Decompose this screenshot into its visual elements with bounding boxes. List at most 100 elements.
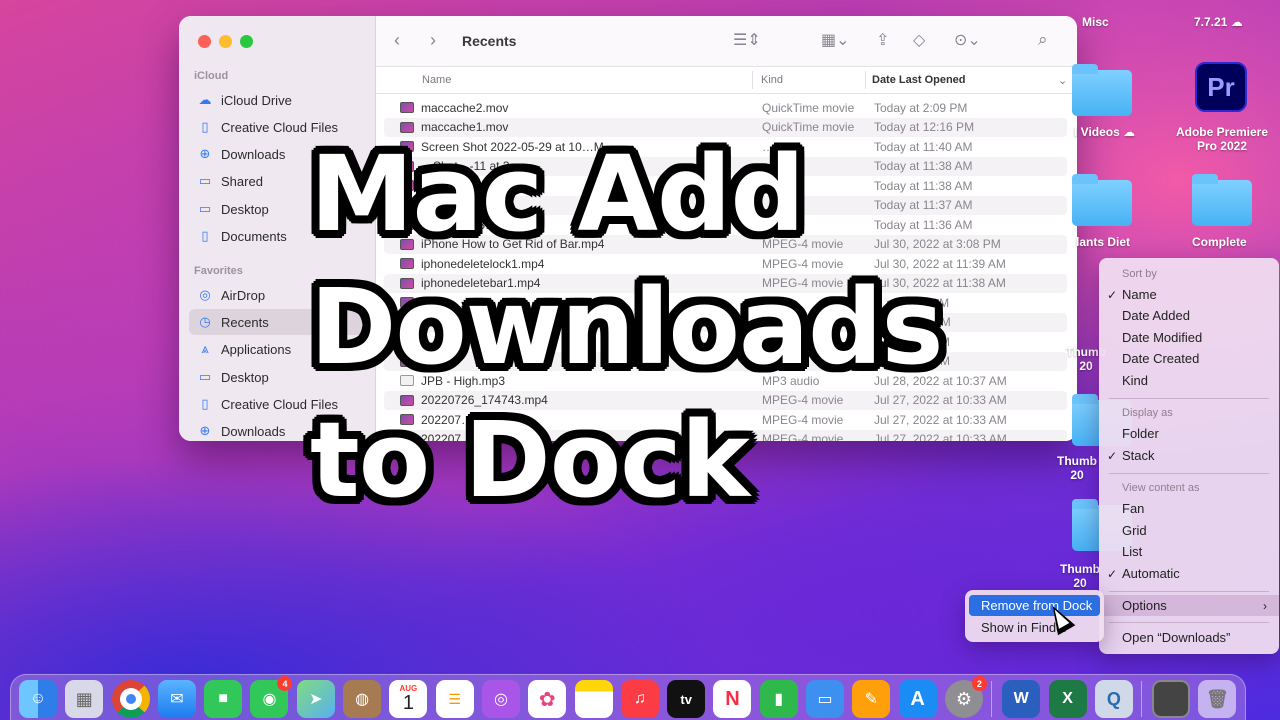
messages-app-icon[interactable]: ◉ 4 xyxy=(250,676,293,718)
clock-icon: ◷ xyxy=(199,314,211,329)
checkmark-icon: ✓ xyxy=(1107,448,1118,463)
premiere-pro-icon[interactable]: Pr xyxy=(1195,62,1247,112)
tag-icon[interactable]: ◇ xyxy=(913,30,925,50)
music-app-icon[interactable]: ♫ xyxy=(620,680,659,718)
menu-item-options[interactable]: Options › xyxy=(1099,595,1279,616)
numbers-app-icon[interactable]: ▮ xyxy=(759,680,798,718)
reminders-app-icon[interactable]: ☰ xyxy=(435,680,474,718)
column-kind[interactable]: Kind xyxy=(761,74,783,86)
menu-item-sort-date-added[interactable]: Date Added xyxy=(1099,305,1279,326)
sidebar-section-icloud: iCloud xyxy=(194,70,229,82)
folder-icon[interactable] xyxy=(1192,174,1252,226)
group-icon[interactable]: ▦⌄ xyxy=(821,30,850,50)
menu-divider xyxy=(1109,622,1269,623)
desktop-label-videos[interactable]: l Videos ☁ xyxy=(1074,125,1135,139)
list-view-icon[interactable]: ☰⇕ xyxy=(733,30,761,50)
search-icon[interactable]: ⌕ xyxy=(1038,30,1048,50)
notes-app-icon[interactable] xyxy=(574,680,613,718)
trash-icon[interactable]: 🗑 xyxy=(1198,680,1237,718)
zoom-window-button[interactable] xyxy=(240,35,253,48)
desktop-label-diet[interactable]: lants Diet xyxy=(1076,235,1130,249)
more-actions-icon[interactable]: ⊙⌄ xyxy=(954,30,981,50)
menu-item-sort-date-created[interactable]: Date Created xyxy=(1099,348,1279,369)
menu-item-show-in-finder[interactable]: Show in Finder xyxy=(969,617,1100,638)
window-controls xyxy=(198,35,253,48)
menu-item-view-automatic[interactable]: ✓ Automatic xyxy=(1099,563,1279,584)
minimize-window-button[interactable] xyxy=(219,35,232,48)
column-headers: Name Kind Date Last Opened ⌄ xyxy=(376,67,1077,94)
launchpad-app-icon[interactable]: ▦ xyxy=(65,680,104,718)
menu-item-remove-from-dock[interactable]: Remove from Dock xyxy=(969,595,1100,616)
applications-icon: ⩓ xyxy=(201,341,209,356)
desktop-label-thumb-3[interactable]: Thumb 20 xyxy=(1060,562,1100,590)
menu-item-label: Kind xyxy=(1122,373,1149,388)
app-label-line: Pro 2022 xyxy=(1196,139,1248,153)
menu-item-sort-kind[interactable]: Kind xyxy=(1099,370,1279,391)
desktop-label-thumb-2[interactable]: Thumb 20 xyxy=(1057,454,1097,482)
menu-item-sort-date-modified[interactable]: Date Modified xyxy=(1099,327,1279,348)
facetime-app-icon[interactable]: ■ xyxy=(204,680,243,718)
menu-item-display-folder[interactable]: Folder xyxy=(1099,423,1279,444)
photos-app-icon[interactable]: ✿ xyxy=(528,680,567,718)
contacts-app-icon[interactable]: ◍ xyxy=(343,680,382,718)
pages-app-icon[interactable]: ✎ xyxy=(852,680,891,718)
close-window-button[interactable] xyxy=(198,35,211,48)
menu-section-view-content-as: View content as xyxy=(1122,482,1200,494)
menu-item-label: Automatic xyxy=(1122,566,1180,581)
dock-separator xyxy=(991,681,993,717)
menu-item-open-downloads[interactable]: Open “Downloads” xyxy=(1099,627,1279,648)
tv-app-icon[interactable]: tv xyxy=(667,680,706,718)
calendar-app-icon[interactable]: AUG 1 xyxy=(389,680,428,718)
menu-section-sort-by: Sort by xyxy=(1122,268,1157,280)
desktop-label-misc[interactable]: Misc xyxy=(1082,15,1109,29)
downloads-stack-icon[interactable] xyxy=(1152,680,1191,718)
menu-item-view-list[interactable]: List xyxy=(1099,541,1279,562)
menu-item-label: Name xyxy=(1122,287,1157,302)
podcasts-app-icon[interactable]: ◎ xyxy=(481,680,520,718)
forward-button[interactable]: › xyxy=(430,30,436,51)
table-row[interactable]: maccache2.mov QuickTime movie Today at 2:0… xyxy=(384,98,1067,118)
news-app-icon[interactable]: N xyxy=(713,680,752,718)
sidebar-item-label: iCloud Drive xyxy=(221,92,292,108)
menu-item-sort-name[interactable]: ✓ Name xyxy=(1099,284,1279,305)
column-name[interactable]: Name xyxy=(422,74,451,86)
video-title-overlay: Mac Add Downloads to Dock xyxy=(310,128,1010,527)
desktop-label-premiere[interactable]: Adobe Premiere Pro 2022 xyxy=(1168,125,1276,153)
airdrop-icon: ◎ xyxy=(199,287,211,302)
finder-app-icon[interactable]: ☺ xyxy=(19,680,57,718)
sidebar-item-icloud-drive[interactable]: ☁ iCloud Drive xyxy=(189,87,369,113)
folder-icon[interactable] xyxy=(1072,174,1132,226)
excel-app-icon[interactable]: X xyxy=(1048,680,1087,718)
dock-context-menu: Sort by ✓ Name Date Added Date Modified D… xyxy=(1099,258,1279,654)
app-store-app-icon[interactable]: A xyxy=(898,680,937,718)
back-button[interactable]: ‹ xyxy=(394,30,400,51)
menu-item-view-fan[interactable]: Fan xyxy=(1099,498,1279,519)
desktop-icon: ▭ xyxy=(198,369,212,384)
menu-item-view-grid[interactable]: Grid xyxy=(1099,520,1279,541)
desktop-label-version[interactable]: 7.7.21 ☁ xyxy=(1194,15,1243,29)
maps-app-icon[interactable]: ➤ xyxy=(296,680,335,718)
version-label: 7.7.21 xyxy=(1194,15,1228,29)
chevron-down-icon[interactable]: ⌄ xyxy=(1058,74,1067,87)
excel-label: X xyxy=(1062,690,1073,707)
menu-item-label: Remove from Dock xyxy=(981,598,1093,613)
quicktime-app-icon[interactable]: Q xyxy=(1094,680,1133,718)
chrome-app-icon[interactable] xyxy=(111,680,150,718)
menu-item-display-stack[interactable]: ✓ Stack xyxy=(1099,445,1279,466)
desktop-label-complete[interactable]: Complete xyxy=(1192,235,1247,249)
mail-app-icon[interactable]: ✉ xyxy=(157,680,196,718)
download-icon: ⊕ xyxy=(199,423,211,438)
menu-item-label: Open “Downloads” xyxy=(1122,630,1231,645)
folder-icon[interactable] xyxy=(1072,64,1132,116)
word-app-icon[interactable]: W xyxy=(1002,680,1041,718)
share-icon[interactable]: ⇪ xyxy=(876,30,889,50)
menu-item-label: Options xyxy=(1122,598,1167,613)
keynote-app-icon[interactable]: ▭ xyxy=(806,680,845,718)
shared-folder-icon: ▭ xyxy=(198,173,212,188)
system-settings-app-icon[interactable]: ⚙ 2 xyxy=(944,676,987,718)
column-date[interactable]: Date Last Opened xyxy=(872,74,966,86)
folder-label: Thumb xyxy=(1057,454,1097,468)
document-icon: ▯ xyxy=(201,396,209,411)
finder-toolbar: ‹ › Recents ☰⇕ ▦⌄ ⇪ ◇ ⊙⌄ ⌕ xyxy=(376,16,1077,67)
sidebar-item-label: AirDrop xyxy=(221,287,266,303)
